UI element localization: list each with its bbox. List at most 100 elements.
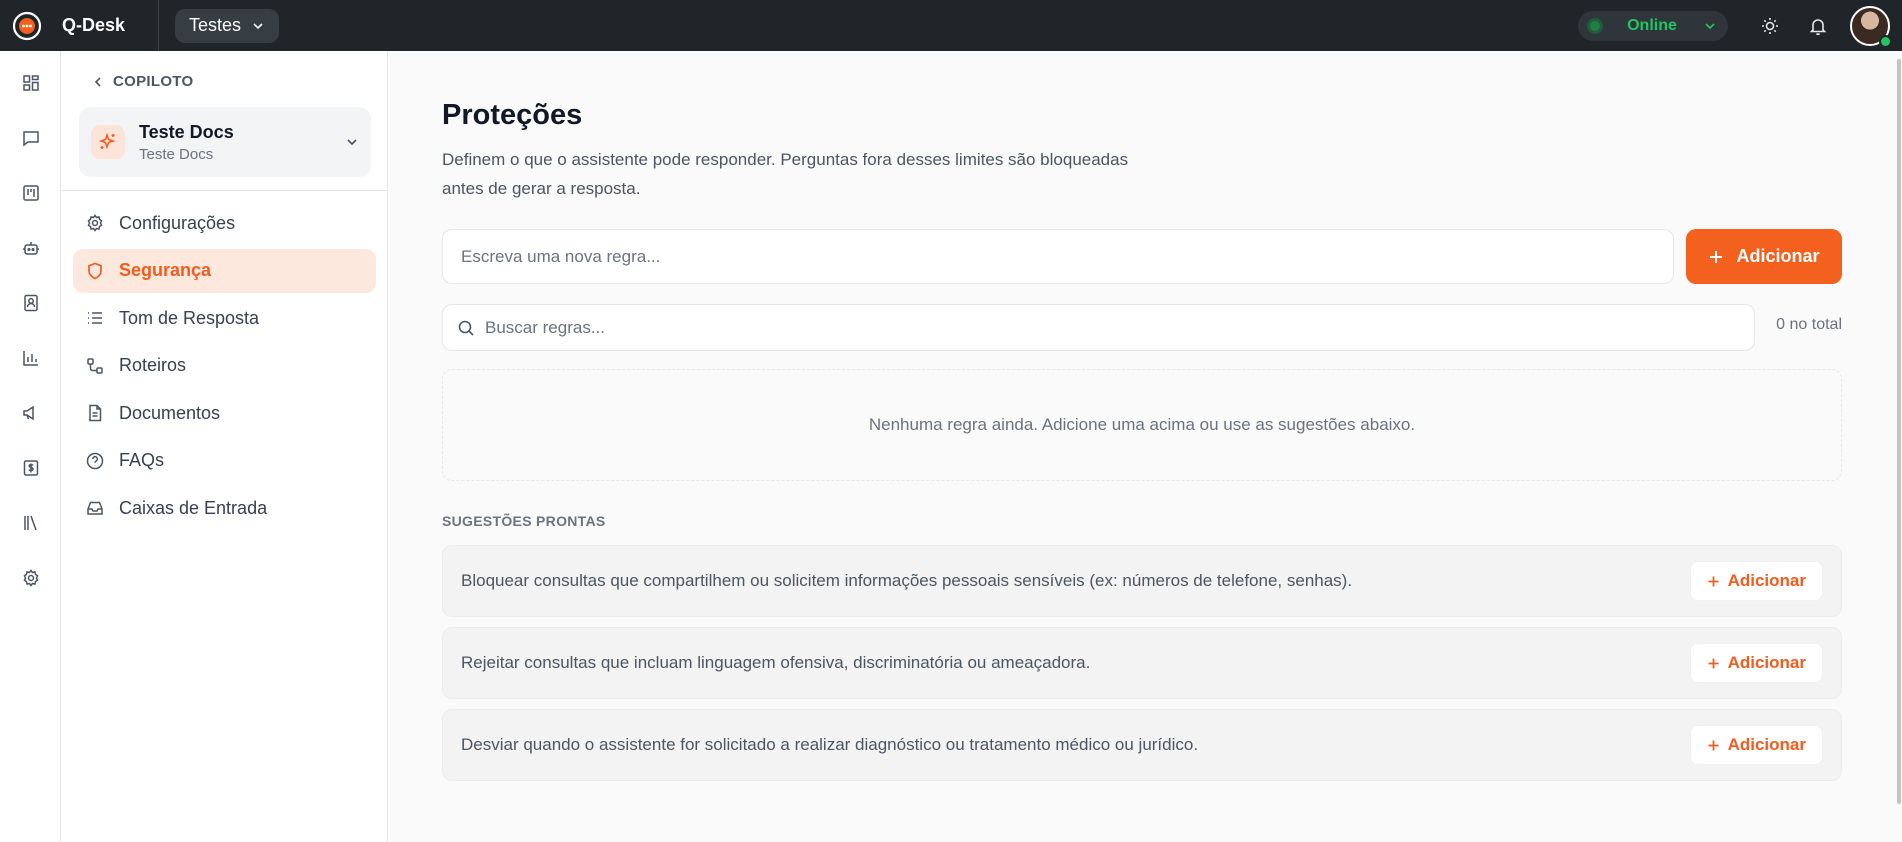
billing-icon: [23, 459, 38, 476]
chevron-down-icon: [1705, 22, 1715, 29]
online-indicator: [1879, 34, 1892, 48]
app-name: Q-Desk: [62, 15, 126, 35]
status-selector[interactable]: Online: [1578, 10, 1728, 41]
sidebar-nav: Configurações Segurança Tom de Resposta …: [73, 201, 376, 534]
add-rule-button[interactable]: Adicionar: [1686, 229, 1842, 284]
suggestion-item: Desviar quando o assistente for solicita…: [442, 709, 1842, 781]
add-rule-label: Adicionar: [1736, 246, 1820, 266]
add-suggestion-button[interactable]: Adicionar: [1689, 725, 1823, 765]
campaigns-icon: [22, 405, 34, 420]
gear-icon: [87, 214, 103, 232]
rail-campaigns[interactable]: [0, 385, 61, 440]
bot-icon: [22, 241, 39, 255]
empty-state-message: Nenhuma regra ainda. Adicione uma acima …: [868, 415, 1416, 434]
page-title: Proteções: [442, 99, 583, 131]
suggestion-text: Desviar quando o assistente for solicita…: [461, 735, 1199, 754]
sidebar-item-seguranca[interactable]: Segurança: [73, 248, 376, 293]
contacts-icon: [23, 294, 38, 311]
search-rules-input[interactable]: [485, 317, 1740, 338]
dashboard-icon: [22, 74, 39, 91]
add-suggestion-label: Adicionar: [1727, 653, 1806, 672]
shield-icon: [88, 262, 102, 279]
kanban-icon: [22, 184, 39, 201]
plus-icon: [1708, 658, 1719, 668]
rail-reports[interactable]: [0, 330, 61, 385]
new-rule-input[interactable]: [442, 229, 1674, 284]
sidebar-item-configuracoes[interactable]: Configurações: [73, 201, 376, 245]
back-to-copilot-link[interactable]: COPILOTO: [93, 73, 193, 90]
add-suggestion-button[interactable]: Adicionar: [1689, 561, 1823, 601]
rail-contacts[interactable]: [0, 275, 61, 330]
bot-selector[interactable]: Teste Docs Teste Docs: [79, 107, 371, 177]
rail-billing[interactable]: [0, 440, 61, 495]
library-icon: [23, 515, 37, 530]
main-scrollbar[interactable]: [1896, 51, 1902, 842]
suggestion-item: Bloquear consultas que compartilhem ou s…: [442, 545, 1842, 617]
empty-state: Nenhuma regra ainda. Adicione uma acima …: [442, 369, 1842, 481]
bell-icon: [1809, 18, 1827, 35]
sidebar-item-label: Configurações: [119, 212, 236, 233]
rail-kanban[interactable]: [0, 165, 61, 220]
sidebar-item-label: FAQs: [119, 450, 165, 470]
sidebar-item-label: Segurança: [119, 260, 212, 280]
suggestion-item: Rejeitar consultas que incluam linguagem…: [442, 627, 1842, 699]
suggestions-heading: SUGESTÕES PRONTAS: [442, 513, 606, 529]
top-bar: Q-Desk Testes Online: [0, 0, 1902, 51]
chevron-down-icon: [253, 22, 263, 29]
reports-icon: [22, 350, 38, 366]
suggestion-text: Rejeitar consultas que incluam linguagem…: [461, 653, 1091, 672]
workspace-name: Testes: [189, 15, 242, 35]
sidebar-item-label: Tom de Resposta: [119, 307, 260, 328]
user-avatar[interactable]: [1850, 5, 1892, 48]
bot-name: Teste Docs: [139, 121, 234, 142]
back-label: COPILOTO: [113, 73, 194, 90]
page-description: Definem o que o assistente pode responde…: [442, 150, 1129, 198]
main-content: Proteções Definem o que o assistente pod…: [389, 51, 1902, 842]
scrollbar-thumb[interactable]: [1897, 59, 1901, 804]
document-icon: [89, 404, 102, 422]
rail-conversations[interactable]: [0, 110, 61, 165]
add-suggestion-label: Adicionar: [1727, 571, 1806, 590]
sidebar-item-label: Documentos: [119, 402, 221, 423]
sparkles-icon: [91, 125, 125, 159]
search-icon: [458, 320, 474, 336]
rail-bots[interactable]: [0, 220, 61, 275]
add-suggestion-button[interactable]: Adicionar: [1689, 643, 1823, 683]
plus-icon: [1708, 740, 1719, 750]
chevron-down-icon: [347, 139, 357, 146]
rail-settings[interactable]: [0, 550, 61, 605]
suggestion-text: Bloquear consultas que compartilhem ou s…: [461, 571, 1353, 590]
app-logo-icon[interactable]: [0, 0, 54, 51]
topbar-divider: [158, 0, 159, 51]
workflow-icon: [87, 357, 103, 374]
search-rules-field[interactable]: [442, 304, 1755, 351]
sidebar-divider: [61, 190, 388, 191]
help-icon: [86, 452, 104, 469]
sidebar-item-label: Roteiros: [119, 355, 187, 375]
status-dot: [1590, 20, 1600, 31]
notifications-button[interactable]: [1794, 0, 1842, 51]
sidebar-item-faqs[interactable]: FAQs: [73, 439, 376, 483]
bot-subtitle: Teste Docs: [139, 145, 214, 163]
sun-icon: [1762, 17, 1778, 34]
sidebar-item-label: Caixas de Entrada: [119, 497, 268, 518]
sidebar-item-documentos[interactable]: Documentos: [73, 391, 376, 435]
sidebar-item-tom-de-resposta[interactable]: Tom de Resposta: [73, 296, 376, 340]
theme-toggle-button[interactable]: [1746, 0, 1794, 51]
list-icon: [88, 312, 102, 324]
inbox-icon: [87, 501, 103, 515]
rail-dashboard[interactable]: [0, 55, 61, 110]
chat-icon: [22, 130, 39, 146]
status-label: Online: [1627, 16, 1677, 34]
sidebar-item-roteiros[interactable]: Roteiros: [73, 344, 376, 388]
plus-icon: [1710, 250, 1723, 263]
sidebar-item-caixas-de-entrada[interactable]: Caixas de Entrada: [73, 486, 376, 530]
chevron-left-icon: [94, 76, 101, 87]
copilot-sidebar: COPILOTO Teste Docs Teste Docs Configura…: [61, 51, 388, 842]
add-suggestion-label: Adicionar: [1727, 735, 1806, 754]
plus-icon: [1708, 576, 1719, 586]
workspace-selector[interactable]: Testes: [175, 8, 280, 43]
rail-library[interactable]: [0, 495, 61, 550]
settings-icon: [23, 568, 38, 587]
icon-rail: [0, 51, 61, 842]
